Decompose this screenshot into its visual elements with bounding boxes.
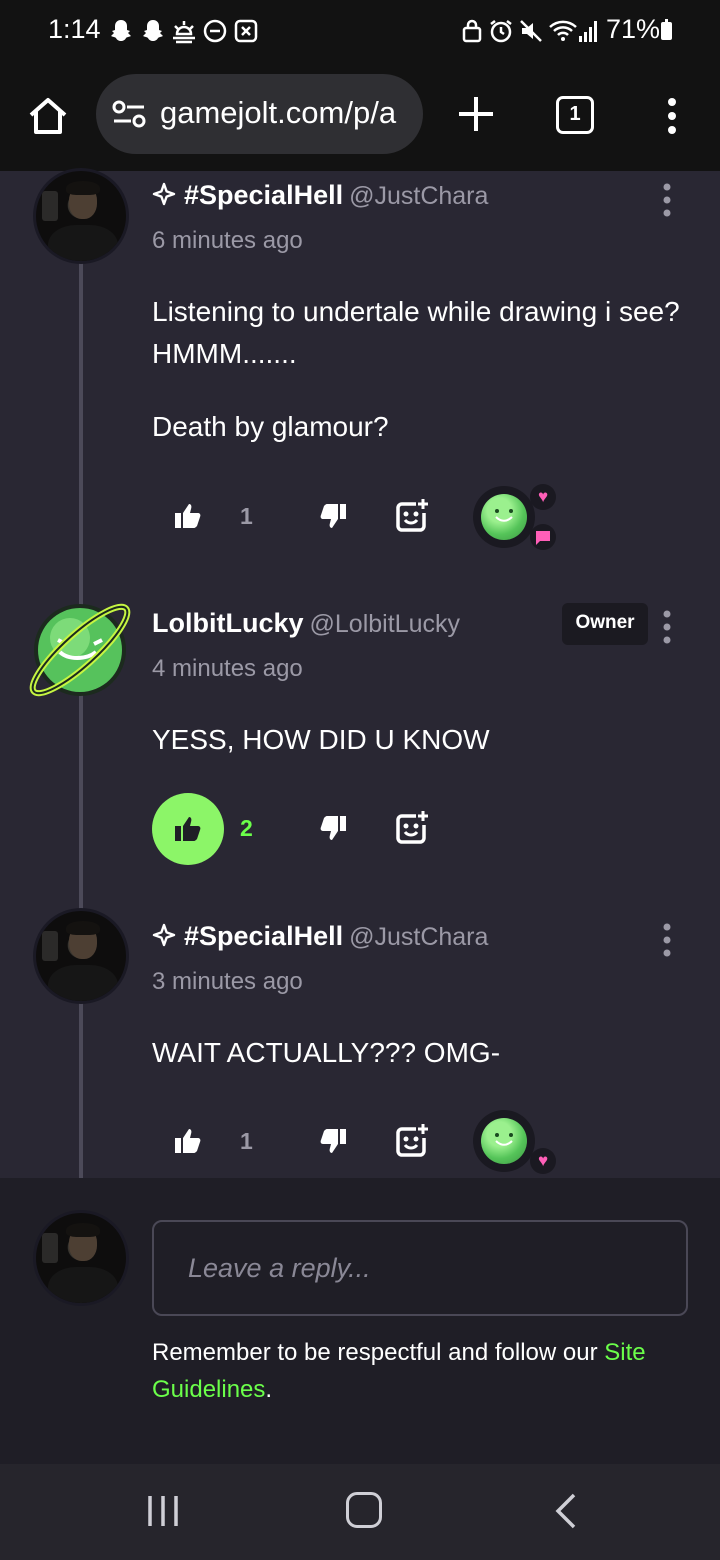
heart-icon: ♥ [530, 484, 556, 510]
like-count[interactable]: 2 [240, 815, 253, 842]
planet-avatar[interactable] [24, 594, 136, 704]
recent-apps-icon[interactable] [146, 1494, 180, 1528]
reply-guidelines-note: Remember to be respectful and follow our… [152, 1334, 692, 1408]
like-count[interactable]: 1 [240, 1128, 253, 1155]
url-text: gamejolt.com/p/a [160, 95, 397, 130]
heart-icon: ♥ [530, 1148, 556, 1174]
author-handle: @LolbitLucky [309, 610, 460, 638]
sparkle-icon [152, 182, 176, 206]
comment-options-icon[interactable] [656, 182, 678, 218]
browser-toolbar: gamejolt.com/p/a 1 [0, 60, 720, 171]
avatar[interactable] [33, 908, 129, 1004]
status-bar: 1:14 71% [0, 0, 720, 60]
avatar[interactable] [33, 168, 129, 264]
add-reaction-icon[interactable] [394, 1123, 430, 1159]
new-tab-icon[interactable] [456, 94, 496, 134]
author-handle: @JustChara [349, 182, 489, 210]
snapchat-icon [111, 20, 131, 41]
guidelines-text: Remember to be respectful and follow our [152, 1339, 605, 1366]
dnd-icon [203, 19, 227, 43]
weather-icon [173, 21, 195, 44]
comment-author[interactable]: #SpecialHell @JustChara [152, 180, 488, 211]
thread-line [79, 260, 83, 1180]
author-name: #SpecialHell [184, 921, 344, 951]
dislike-icon[interactable] [318, 502, 348, 530]
dislike-icon[interactable] [318, 1127, 348, 1155]
comment-body: Listening to undertale while drawing i s… [152, 296, 680, 369]
battery-icon [661, 19, 672, 40]
comment-body: WAIT ACTUALLY??? OMG- [152, 1037, 501, 1068]
dislike-icon[interactable] [318, 814, 348, 842]
like-icon[interactable] [173, 502, 203, 530]
like-button-active[interactable] [152, 793, 224, 865]
comment-options-icon[interactable] [656, 609, 678, 645]
author-handle: @JustChara [349, 923, 489, 951]
comment-options-icon[interactable] [656, 922, 678, 958]
alarm-icon [490, 20, 512, 43]
chat-bubble-icon [530, 524, 556, 550]
comment-time: 4 minutes ago [152, 655, 303, 682]
author-name: LolbitLucky [152, 608, 304, 638]
status-time: 1:14 [48, 14, 101, 44]
like-icon[interactable] [173, 1127, 203, 1155]
lock-icon [462, 19, 482, 43]
sparkle-icon [152, 923, 176, 947]
reply-section: Remember to be respectful and follow our… [0, 1178, 720, 1464]
notification-x-icon [234, 19, 258, 43]
comment-body: Death by glamour? [152, 411, 389, 442]
battery-percent: 71% [606, 14, 661, 44]
comment-author[interactable]: #SpecialHell @JustChara [152, 921, 488, 952]
site-settings-icon[interactable] [112, 100, 146, 128]
back-icon[interactable] [552, 1492, 578, 1530]
tab-switcher-button[interactable]: 1 [556, 96, 594, 134]
comment-body: YESS, HOW DID U KNOW [152, 724, 490, 755]
system-nav-bar [0, 1464, 720, 1560]
add-reaction-icon[interactable] [394, 810, 430, 846]
wifi-icon [549, 20, 577, 41]
comment-time: 6 minutes ago [152, 227, 303, 254]
mute-icon [520, 20, 542, 42]
more-options-icon[interactable] [660, 96, 684, 136]
like-count[interactable]: 1 [240, 503, 253, 530]
snapchat-icon [143, 20, 163, 41]
home-icon[interactable] [26, 94, 70, 138]
guidelines-period: . [265, 1376, 273, 1403]
reply-input[interactable] [152, 1220, 688, 1316]
comment-time: 3 minutes ago [152, 968, 303, 995]
author-name: #SpecialHell [184, 180, 344, 210]
home-nav-button[interactable] [346, 1492, 382, 1528]
comment-author[interactable]: LolbitLucky @LolbitLucky [152, 608, 460, 639]
avatar [33, 1210, 129, 1306]
slime-reaction[interactable] [473, 1110, 535, 1172]
slime-reaction[interactable] [473, 486, 535, 548]
add-reaction-icon[interactable] [394, 498, 430, 534]
address-bar[interactable]: gamejolt.com/p/a [96, 74, 423, 154]
signal-icon [579, 21, 597, 42]
owner-badge: Owner [562, 603, 648, 645]
